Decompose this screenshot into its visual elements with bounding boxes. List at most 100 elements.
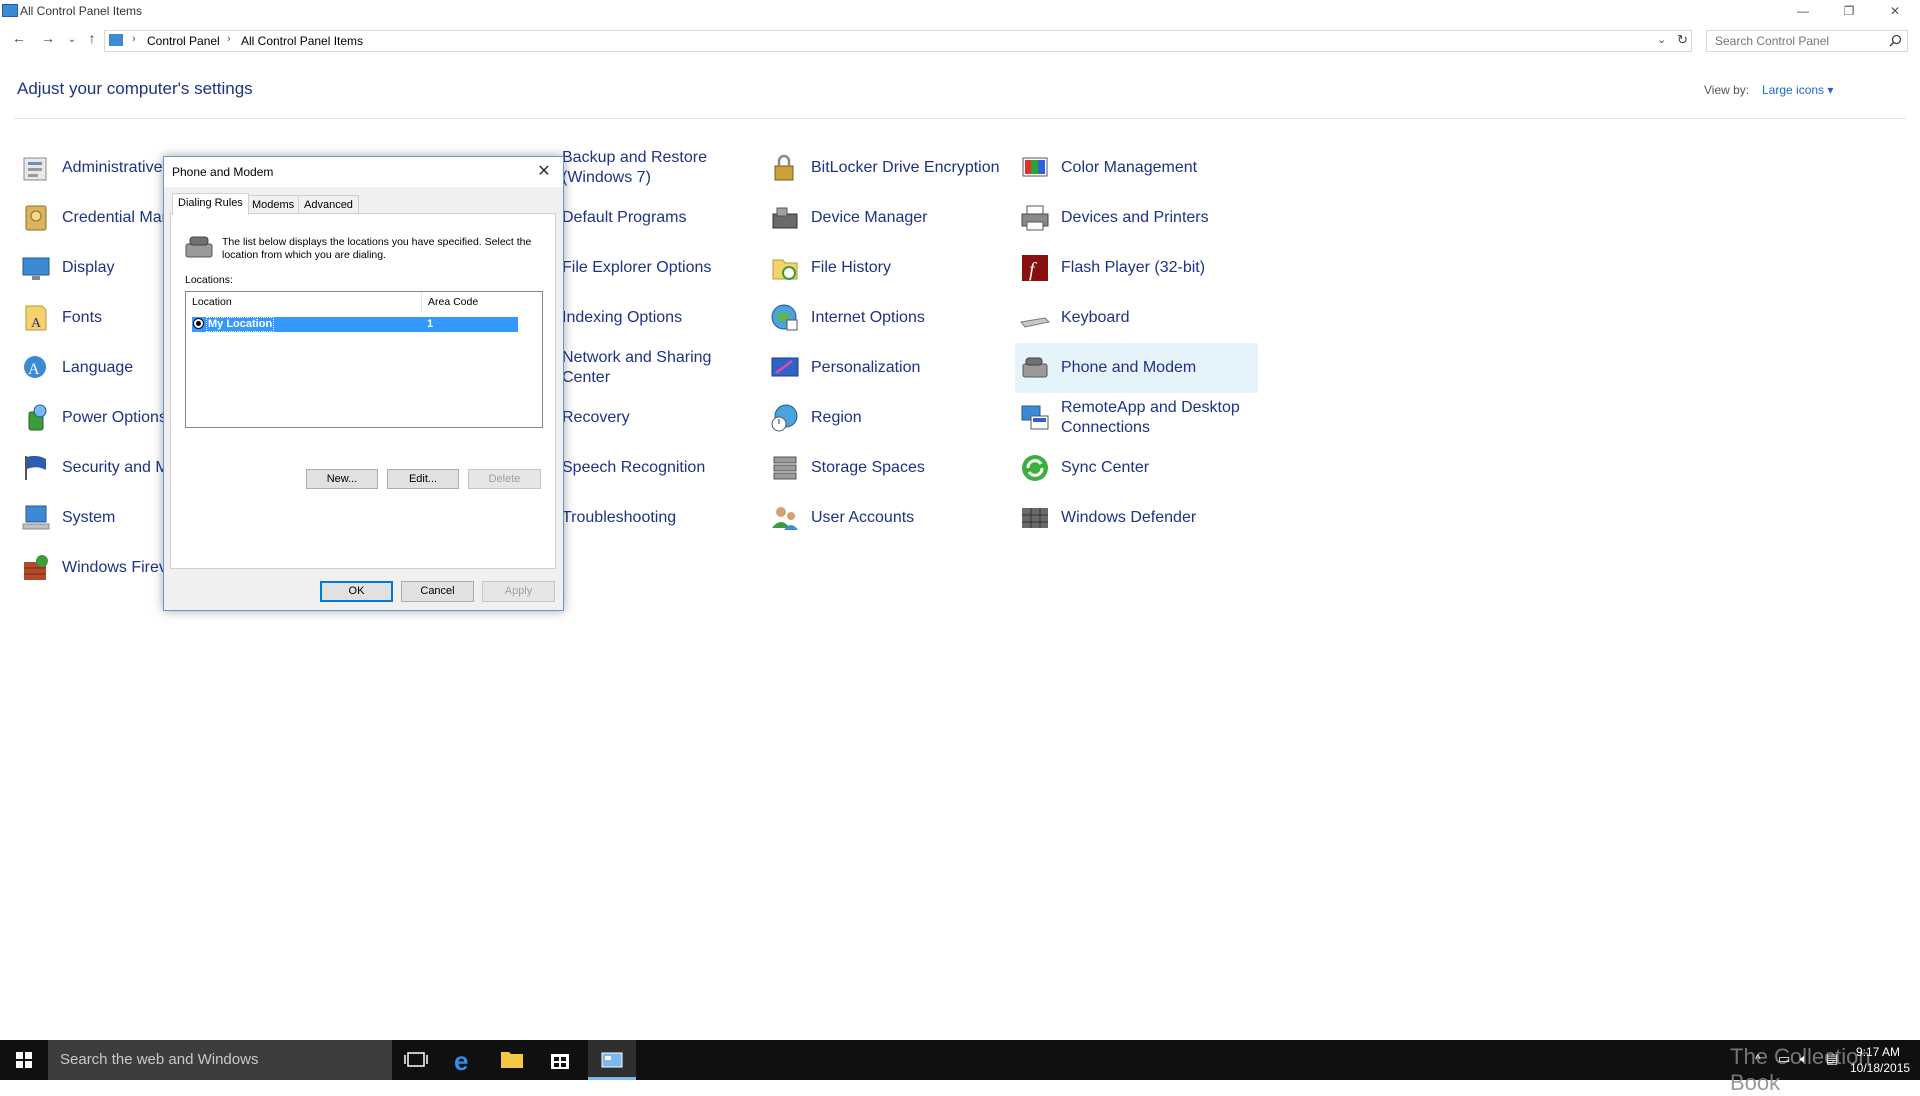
globe-icon [771,304,798,331]
phone-and-modem-dialog: Phone and Modem ✕ Dialing Rules Modems A… [163,156,564,611]
cp-item-label: Windows Firev [62,559,167,576]
svg-text:e: e [454,1046,468,1076]
column-header-area-code[interactable]: Area Code [422,292,542,312]
notifications-icon[interactable]: ▤ [1826,1051,1838,1067]
minimize-button[interactable]: — [1780,0,1826,22]
cp-item-label: Administrative [62,159,163,176]
search-box[interactable] [1706,30,1908,52]
cp-item-label: File Explorer Options [562,259,712,276]
tab-advanced[interactable]: Advanced [298,195,359,215]
address-box[interactable]: › Control Panel › All Control Panel Item… [104,30,1692,52]
cp-item-bitlocker[interactable]: BitLocker Drive Encryption [765,143,1010,193]
task-view-icon[interactable] [392,1040,440,1080]
new-button[interactable]: New... [306,469,378,489]
dialog-titlebar: Phone and Modem ✕ [164,157,563,187]
taskbar-search-box[interactable]: Search the web and Windows [48,1040,392,1080]
restore-button[interactable]: ❐ [1826,0,1872,22]
tab-dialing-rules[interactable]: Dialing Rules [172,193,249,215]
cp-item-label: System [62,509,116,526]
windows-start-icon[interactable] [0,1040,48,1080]
radio-dot [196,321,201,326]
bitlocker-icon [774,154,794,181]
radio-selected-icon [193,318,204,329]
breadcrumb-control-panel[interactable]: Control Panel [147,34,220,48]
cp-item-label: Backup and Restore (Windows 7) [562,149,707,186]
cp-item-label: Phone and Modem [1061,359,1197,376]
edit-button[interactable]: Edit... [387,469,459,489]
cp-item-label: Fonts [62,309,103,326]
forward-arrow-icon[interactable]: → [38,30,58,46]
dialog-title: Phone and Modem [172,165,274,179]
cp-item-label: Devices and Printers [1061,209,1209,226]
cp-item-label: Language [62,359,134,376]
dialog-close-icon[interactable]: ✕ [530,161,558,183]
personalization-icon [771,357,799,377]
taskbar-control-panel-button[interactable] [588,1040,636,1080]
clock-date[interactable]: 10/18/2015 [1850,1061,1910,1075]
apply-button[interactable]: Apply [482,581,555,602]
cp-item-internet-options[interactable]: Internet Options [765,293,1010,343]
locations-list[interactable]: Location Area Code My Location 1 [185,291,543,428]
phone-modem-icon [1022,357,1048,378]
refresh-icon[interactable]: ↻ [1677,32,1688,48]
close-button[interactable]: ✕ [1872,0,1918,22]
page-title: Adjust your computer's settings [17,79,253,98]
cp-item-label: Flash Player (32-bit) [1061,259,1206,276]
taskbar: Search the web and Windows e The Collect… [0,1040,1920,1095]
region-icon [771,404,798,432]
power-options-icon [28,404,47,431]
chevron-down-icon[interactable]: ⌄ [1657,33,1666,46]
language-icon: A [24,356,46,378]
remoteapp-icon [1021,405,1049,430]
edge-browser-icon[interactable]: e [440,1040,488,1080]
search-icon[interactable] [1889,34,1902,47]
tab-modems[interactable]: Modems [246,195,301,215]
divider [14,118,1906,119]
cp-item-storage-spaces[interactable]: Storage Spaces [765,443,1010,493]
cp-item-sync-center[interactable]: Sync Center [1015,443,1258,493]
store-icon[interactable] [536,1040,584,1080]
recent-locations-chevron-icon[interactable]: ⌄ [62,34,82,45]
cp-item-color-management[interactable]: Color Management [1015,143,1258,193]
svg-text:A: A [31,316,42,331]
cp-item-devices-and-printers[interactable]: Devices and Printers [1015,193,1258,243]
search-input[interactable] [1713,31,1887,51]
cp-item-device-manager[interactable]: Device Manager [765,193,1010,243]
delete-button[interactable]: Delete [468,469,541,489]
file-explorer-icon[interactable] [488,1040,536,1080]
cp-item-label: Color Management [1061,159,1198,176]
view-by-dropdown[interactable]: Large icons ▾ [1762,83,1833,97]
column-header-location[interactable]: Location [186,292,422,312]
table-row[interactable]: My Location 1 [192,317,518,332]
cp-item-keyboard[interactable]: Keyboard [1015,293,1258,343]
cp-item-label: Credential Man [62,209,171,226]
cp-item-label: Storage Spaces [811,459,925,476]
cp-item-phone-and-modem[interactable]: Phone and Modem [1015,343,1258,393]
cp-item-windows-defender[interactable]: Windows Defender [1015,493,1258,543]
back-arrow-icon[interactable]: ← [9,30,29,46]
cp-item-user-accounts[interactable]: User Accounts [765,493,1010,543]
ok-button[interactable]: OK [320,581,393,602]
control-panel-icon [2,4,18,17]
network-icon[interactable]: ▭ [1778,1051,1790,1067]
cp-item-flash-player[interactable]: f Flash Player (32-bit) [1015,243,1258,293]
color-management-icon [1022,157,1048,177]
control-panel-icon [109,34,123,46]
device-manager-icon [772,207,798,229]
breadcrumb-all-items[interactable]: All Control Panel Items [241,34,363,48]
chevron-up-icon[interactable]: ^ [1755,1052,1761,1066]
cancel-button[interactable]: Cancel [401,581,474,602]
up-arrow-icon[interactable]: ↑ [82,30,102,46]
volume-icon[interactable]: 🔈︎ [1800,1051,1808,1067]
display-icon [22,257,50,280]
area-code: 1 [427,318,434,330]
cp-item-region[interactable]: Region [765,393,1010,443]
location-name: My Location [205,317,275,332]
clock-time[interactable]: 9:17 AM [1856,1045,1900,1059]
cp-item-personalization[interactable]: Personalization [765,343,1010,393]
cp-item-label: Speech Recognition [562,459,706,476]
printer-icon [1021,205,1049,231]
taskbar-search-placeholder: Search the web and Windows [60,1051,259,1068]
cp-item-remoteapp[interactable]: RemoteApp and Desktop Connections [1015,393,1258,443]
cp-item-file-history[interactable]: File History [765,243,1010,293]
